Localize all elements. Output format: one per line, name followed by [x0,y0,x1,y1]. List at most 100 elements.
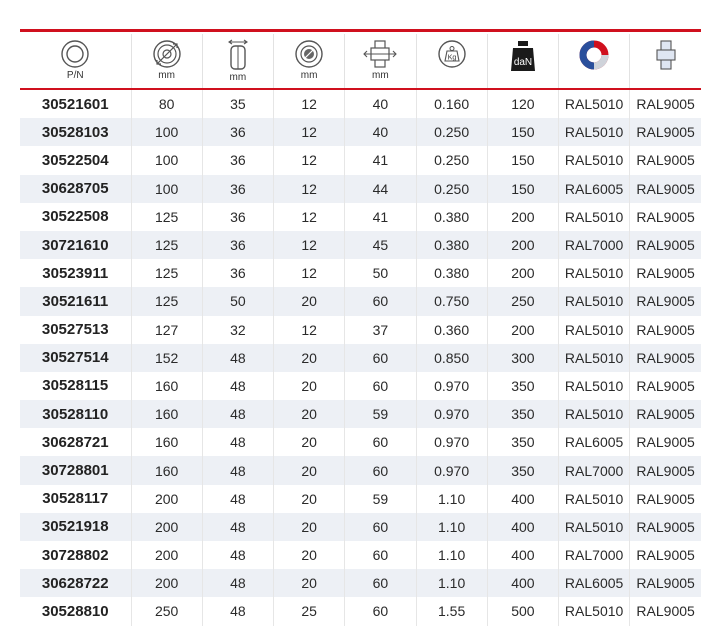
table-row: 30528117 200 48 20 59 1.10 400 RAL5010 R… [20,484,701,513]
part-number-cell: 30527513 [20,315,132,344]
wheel-diameter-cell: 160 [131,371,203,401]
load-capacity-cell: 400 [487,512,560,541]
part-number-cell: 30721610 [20,230,132,260]
hub-color-cell: RAL9005 [636,152,695,169]
hub-length-cell: 60 [344,371,417,401]
table-row: 30522504 100 36 12 41 0.250 150 RAL5010 … [20,146,701,175]
bore-diameter-cell: 20 [273,428,346,457]
header-unit: mm [229,72,247,83]
header-bore-diameter: mm [273,34,346,89]
header-weight: Kg [416,34,488,89]
table-row: 30528103 100 36 12 40 0.250 150 RAL5010 … [20,118,701,147]
load-capacity-cell: 400 [487,541,560,570]
hub-length-cell: 59 [344,400,417,429]
hub-color-cell: RAL9005 [636,377,695,394]
load-capacity-cell: 200 [487,315,560,344]
hub-color-cell: RAL9005 [636,265,695,282]
wheel-diameter-cell: 125 [131,287,203,316]
weight-cell: 0.850 [416,343,488,372]
hub-color-cell: RAL9005 [629,118,701,147]
hub-length-cell: 44 [344,174,417,203]
weight-cell: 0.380 [416,202,488,231]
bore-diameter-cell: 25 [273,597,346,626]
wheel-color-cell: RAL5010 [558,371,631,401]
bore-diameter-cell: 12 [273,89,346,119]
hub-color-cell: RAL9005 [629,230,701,260]
wheel-diameter-cell: 200 [131,541,203,570]
header-unit: mm [372,70,389,81]
wheel-diameter-cell: 100 [131,174,203,203]
table-body: 30521601 80 35 12 40 0.160 120 RAL5010 R… [20,89,701,626]
weight-cell: 0.250 [416,146,488,175]
part-number-cell: 30527514 [20,343,132,372]
weight-icon-label: Kg [447,55,456,62]
wheel-diameter-cell: 125 [131,202,203,231]
wheel-color-cell: RAL5010 [558,597,631,626]
hub-color-cell: RAL9005 [629,287,701,316]
hub-length-cell: 50 [344,259,417,288]
wheel-color-cell: RAL5010 [558,259,631,288]
wheel-color-icon [579,40,609,70]
bore-diameter-icon [295,40,323,68]
table-row: 30628722 200 48 20 60 1.10 400 RAL6005 R… [20,569,701,598]
part-number-cell: 30628722 [20,569,132,598]
load-capacity-cell: 350 [487,456,560,485]
hub-length-cell: 60 [344,569,417,598]
bore-diameter-cell: 12 [273,118,346,147]
weight-cell: 0.250 [416,118,488,147]
wheel-color-cell: RAL5010 [558,512,631,541]
wheel-width-cell: 48 [202,400,275,429]
load-capacity-cell: 300 [487,343,560,372]
table-row: 30527513 127 32 12 37 0.360 200 RAL5010 … [20,315,701,344]
wheel-diameter-cell: 125 [131,259,203,288]
weight-cell: 1.10 [416,484,488,513]
part-number-cell: 30521601 [20,89,132,119]
wheel-width-cell: 36 [202,202,275,231]
hub-length-cell: 37 [344,315,417,344]
hub-color-cell: RAL9005 [636,321,695,338]
wheel-width-cell: 36 [202,118,275,147]
wheel-width-cell: 35 [202,89,275,119]
wheel-width-cell: 50 [202,287,275,316]
wheel-width-icon [227,39,248,70]
wheel-color-cell: RAL5010 [558,89,631,119]
hub-length-cell: 40 [344,89,417,119]
specification-table: P/N mm mm mm mm Kg daN 30521601 80 35 12… [20,34,701,626]
wheel-color-cell: RAL5010 [558,315,631,344]
load-capacity-cell: 150 [487,146,560,175]
table-row: 30523911 125 36 12 50 0.380 200 RAL5010 … [20,259,701,288]
header-unit: mm [158,70,175,81]
part-number-cell: 30528110 [20,400,132,429]
table-row: 30528110 160 48 20 59 0.970 350 RAL5010 … [20,400,701,429]
load-capacity-cell: 200 [487,230,560,260]
weight-cell: 0.380 [416,259,488,288]
bore-diameter-cell: 20 [273,287,346,316]
wheel-diameter-cell: 250 [131,597,203,626]
header-hub-length: mm [344,34,417,89]
table-row: 30721610 125 36 12 45 0.380 200 RAL7000 … [20,230,701,260]
wheel-color-cell: RAL5010 [558,287,631,316]
header-wheel-width: mm [202,34,275,89]
wheel-width-cell: 36 [202,230,275,260]
wheel-diameter-cell: 80 [131,89,203,119]
hub-color-cell: RAL9005 [629,569,701,598]
wheel-color-cell: RAL7000 [558,541,631,570]
header-wheel-color [558,34,631,89]
hub-length-cell: 41 [344,146,417,175]
top-red-rule [20,29,701,32]
wheel-width-cell: 48 [202,343,275,372]
wheel-width-cell: 48 [202,428,275,457]
hub-color-cell: RAL9005 [636,96,695,113]
hub-color-cell: RAL9005 [636,603,695,620]
wheel-width-cell: 48 [202,456,275,485]
table-row: 30527514 152 48 20 60 0.850 300 RAL5010 … [20,343,701,372]
part-number-cell: 30522504 [20,146,132,175]
load-capacity-cell: 150 [487,118,560,147]
load-capacity-cell: 200 [487,202,560,231]
hub-length-cell: 60 [344,597,417,626]
wheel-diameter-cell: 200 [131,484,203,513]
part-number-cell: 30528103 [20,118,132,147]
header-hub-color [630,34,701,89]
hub-color-cell: RAL9005 [636,490,695,507]
hub-color-cell: RAL9005 [629,456,701,485]
